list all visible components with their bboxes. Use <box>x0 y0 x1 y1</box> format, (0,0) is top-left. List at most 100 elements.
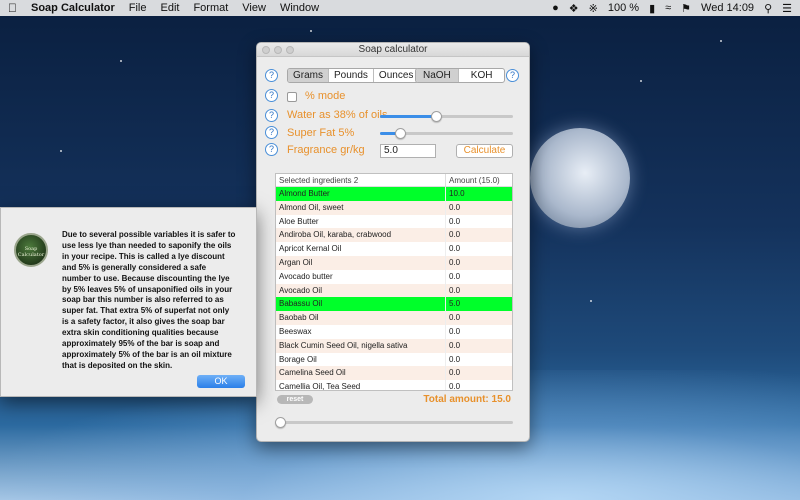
ingredient-amount[interactable]: 5.0 <box>446 297 460 311</box>
fragrance-input[interactable]: 5.0 <box>380 144 436 158</box>
apple-menu-icon[interactable]:  <box>8 1 17 15</box>
battery-icon[interactable]: ▮ <box>649 2 655 15</box>
ingredient-amount[interactable]: 0.0 <box>446 201 460 215</box>
bluetooth-icon[interactable]: ※ <box>589 2 598 15</box>
table-row[interactable]: Aloe Butter 0.0 <box>276 214 512 229</box>
ingredient-name: Almond Oil, sweet <box>276 200 446 215</box>
reset-button[interactable]: reset <box>277 395 313 404</box>
ingredient-name: Almond Butter <box>276 187 446 201</box>
table-row[interactable]: Camellia Oil, Tea Seed 0.0 <box>276 380 512 390</box>
ok-button[interactable]: OK <box>197 375 245 388</box>
app-menu[interactable]: Soap Calculator <box>31 2 115 14</box>
water-slider-knob[interactable] <box>431 111 443 122</box>
ingredient-amount[interactable]: 0.0 <box>446 242 460 256</box>
lye-segmented-control: NaOH KOH <box>415 68 506 83</box>
ingredient-amount[interactable]: 0.0 <box>446 325 460 339</box>
table-row[interactable]: Borage Oil 0.0 <box>276 352 512 367</box>
table-body: Almond Butter 10.0 Almond Oil, sweet 0.0 Alo… <box>276 187 512 390</box>
calculate-button[interactable]: Calculate <box>456 144 513 158</box>
table-row[interactable]: Avocado Oil 0.0 <box>276 283 512 298</box>
zoom-button[interactable] <box>286 46 294 54</box>
help-lye-icon[interactable]: ? <box>506 69 519 82</box>
table-row[interactable]: Baobab Oil 0.0 <box>276 311 512 325</box>
help-superfat-icon[interactable]: ? <box>265 126 278 139</box>
table-row[interactable]: Andiroba Oil, karaba, crabwood 0.0 <box>276 228 512 243</box>
table-row[interactable]: Apricot Kernal Oil 0.0 <box>276 242 512 256</box>
menu-bar:  Soap Calculator File Edit Format View … <box>0 0 800 16</box>
ingredient-amount[interactable]: 0.0 <box>446 256 460 270</box>
status-area: ● ❖ ※ 100 % ▮ ≈ ⚑ Wed 14:09 ⚲ ☰ <box>552 2 792 15</box>
menu-window[interactable]: Window <box>280 2 319 14</box>
ingredient-amount[interactable]: 0.0 <box>446 215 460 229</box>
ingredient-amount[interactable]: 0.0 <box>446 380 460 390</box>
ingredient-amount[interactable]: 0.0 <box>446 366 460 380</box>
table-row[interactable]: Camelina Seed Oil 0.0 <box>276 366 512 381</box>
table-row[interactable]: Babassu Oil 5.0 <box>276 297 512 312</box>
notification-center-icon[interactable]: ☰ <box>782 2 792 15</box>
ingredient-amount[interactable]: 0.0 <box>446 339 460 353</box>
menu-format[interactable]: Format <box>193 2 228 14</box>
star <box>590 300 592 302</box>
menu-edit[interactable]: Edit <box>160 2 179 14</box>
dropbox-icon[interactable]: ❖ <box>569 2 579 15</box>
ingredient-amount[interactable]: 0.0 <box>446 270 460 284</box>
star <box>720 40 722 42</box>
menu-file[interactable]: File <box>129 2 147 14</box>
units-grams-segment[interactable]: Grams <box>288 69 329 82</box>
table-row[interactable]: Almond Butter 10.0 <box>276 187 512 201</box>
ingredient-name: Black Cumin Seed Oil, nigella sativa <box>276 338 446 353</box>
ingredient-amount[interactable]: 0.0 <box>446 228 460 242</box>
ingredient-name: Camellia Oil, Tea Seed <box>276 380 446 390</box>
ingredient-name: Babassu Oil <box>276 297 446 312</box>
help-units-icon[interactable]: ? <box>265 69 278 82</box>
clock[interactable]: Wed 14:09 <box>701 2 754 14</box>
minimize-button[interactable] <box>274 46 282 54</box>
bottom-slider-knob[interactable] <box>275 417 286 428</box>
table-row[interactable]: Black Cumin Seed Oil, nigella sativa 0.0 <box>276 338 512 353</box>
percent-mode-checkbox[interactable] <box>287 92 297 102</box>
ingredients-table[interactable]: Selected ingredients 2 Amount (15.0) Alm… <box>275 173 513 391</box>
window-title: Soap calculator <box>358 44 428 55</box>
superfat-label: Super Fat 5% <box>287 127 355 139</box>
superfat-slider-knob[interactable] <box>395 128 407 139</box>
column-header-ingredient[interactable]: Selected ingredients 2 <box>276 174 446 186</box>
spotlight-icon[interactable]: ⚲ <box>764 2 772 15</box>
ingredient-amount[interactable]: 0.0 <box>446 353 460 367</box>
ingredient-name: Borage Oil <box>276 352 446 367</box>
superfat-slider[interactable] <box>380 128 513 139</box>
table-header: Selected ingredients 2 Amount (15.0) <box>276 174 512 187</box>
table-row[interactable]: Avocado butter 0.0 <box>276 269 512 284</box>
bottom-slider[interactable] <box>275 417 513 428</box>
lye-naoh-segment[interactable]: NaOH <box>416 69 459 82</box>
water-slider[interactable] <box>380 111 513 122</box>
flag-icon[interactable]: ⚑ <box>681 2 691 15</box>
star <box>640 80 642 82</box>
ingredient-name: Beeswax <box>276 324 446 339</box>
units-segmented-control: Grams Pounds Ounces <box>287 68 420 83</box>
close-button[interactable] <box>262 46 270 54</box>
star <box>60 150 62 152</box>
table-row[interactable]: Beeswax 0.0 <box>276 324 512 339</box>
column-header-amount[interactable]: Amount (15.0) <box>446 174 500 186</box>
table-row[interactable]: Argan Oil 0.0 <box>276 255 512 270</box>
skype-icon[interactable]: ● <box>552 2 559 14</box>
menu-view[interactable]: View <box>242 2 266 14</box>
lye-koh-segment[interactable]: KOH <box>459 69 505 82</box>
total-amount: Total amount: 15.0 <box>423 394 511 405</box>
star <box>120 60 122 62</box>
ingredient-amount[interactable]: 0.0 <box>446 311 460 325</box>
help-water-icon[interactable]: ? <box>265 109 278 122</box>
units-ounces-segment[interactable]: Ounces <box>374 69 418 82</box>
soap-calculator-app-icon: Soap Calculator <box>14 233 48 267</box>
help-fragrance-icon[interactable]: ? <box>265 143 278 156</box>
battery-percent[interactable]: 100 % <box>608 2 639 14</box>
alert-message: Due to several possible variables it is … <box>62 230 236 370</box>
table-row[interactable]: Almond Oil, sweet 0.0 <box>276 200 512 215</box>
ingredient-amount[interactable]: 10.0 <box>446 187 465 201</box>
units-pounds-segment[interactable]: Pounds <box>329 69 374 82</box>
ingredient-name: Argan Oil <box>276 255 446 270</box>
water-slider-fill <box>380 115 437 118</box>
help-percent-mode-icon[interactable]: ? <box>265 89 278 102</box>
ingredient-amount[interactable]: 0.0 <box>446 284 460 298</box>
wifi-icon[interactable]: ≈ <box>665 2 671 14</box>
